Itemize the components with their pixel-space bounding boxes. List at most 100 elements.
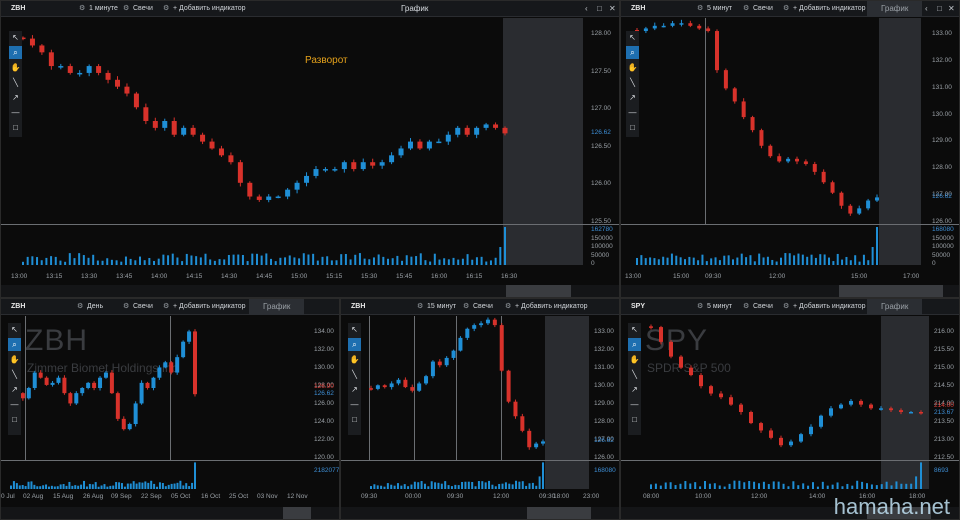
candle-body[interactable] bbox=[133, 403, 138, 424]
line-tool-icon[interactable]: ╲ bbox=[348, 368, 361, 381]
candle-body[interactable] bbox=[237, 162, 243, 183]
candle-body[interactable] bbox=[451, 350, 456, 358]
hand-tool-icon[interactable]: ✋ bbox=[628, 353, 641, 366]
candle-body[interactable] bbox=[821, 171, 826, 183]
cursor-tool-icon[interactable]: ↖ bbox=[348, 323, 361, 336]
candle-body[interactable] bbox=[455, 127, 461, 135]
candle-body[interactable] bbox=[228, 155, 234, 163]
line-tool-icon[interactable]: ╲ bbox=[626, 76, 639, 89]
line-tool-icon[interactable]: ╲ bbox=[628, 368, 641, 381]
symbol-selector[interactable]: ZBH bbox=[11, 299, 25, 315]
price-plot[interactable]: ZBH Zimmer Biomet Holdings Inc bbox=[1, 316, 309, 460]
candle-body[interactable] bbox=[417, 383, 422, 391]
gear-icon[interactable] bbox=[123, 1, 129, 17]
hand-tool-icon[interactable]: ✋ bbox=[348, 353, 361, 366]
interval-selector[interactable]: 1 минуте bbox=[89, 1, 118, 17]
candle-body[interactable] bbox=[679, 23, 684, 25]
candle-body[interactable] bbox=[769, 430, 773, 438]
candle-body[interactable] bbox=[541, 441, 545, 444]
rect-tool-icon[interactable]: □ bbox=[628, 413, 641, 426]
candle-body[interactable] bbox=[162, 121, 168, 128]
candle-body[interactable] bbox=[266, 196, 272, 200]
candle-body[interactable] bbox=[830, 182, 835, 193]
candle-body[interactable] bbox=[493, 124, 499, 128]
hline-tool-icon[interactable]: — bbox=[348, 398, 361, 411]
candle-body[interactable] bbox=[706, 28, 711, 32]
chevron-left-icon[interactable]: ‹ bbox=[585, 1, 588, 17]
candle-body[interactable] bbox=[68, 393, 73, 404]
symbol-selector[interactable]: ZBH bbox=[631, 1, 645, 17]
zoom-tool-icon[interactable]: ⌕ bbox=[348, 338, 361, 351]
candle-body[interactable] bbox=[759, 130, 764, 146]
candle-body[interactable] bbox=[181, 341, 186, 358]
candle-body[interactable] bbox=[679, 356, 683, 368]
candle-body[interactable] bbox=[732, 88, 737, 102]
navigator-scrollbar[interactable] bbox=[341, 507, 619, 519]
zoom-tool-icon[interactable]: ⌕ bbox=[8, 338, 21, 351]
gear-icon[interactable] bbox=[417, 299, 423, 315]
candle-body[interactable] bbox=[389, 383, 394, 388]
candle-body[interactable] bbox=[458, 337, 463, 351]
symbol-selector[interactable]: SPY bbox=[631, 299, 645, 315]
candle-body[interactable] bbox=[341, 162, 347, 170]
chart-type-selector[interactable]: Свечи bbox=[753, 1, 773, 17]
zoom-tool-icon[interactable]: ⌕ bbox=[9, 46, 22, 59]
gear-icon[interactable] bbox=[783, 1, 789, 17]
candle-body[interactable] bbox=[389, 155, 395, 163]
hand-tool-icon[interactable]: ✋ bbox=[8, 353, 21, 366]
candle-body[interactable] bbox=[492, 319, 497, 326]
candle-body[interactable] bbox=[875, 197, 879, 201]
candle-body[interactable] bbox=[417, 141, 423, 149]
candle-body[interactable] bbox=[48, 52, 54, 67]
candle-body[interactable] bbox=[98, 377, 103, 388]
candle-body[interactable] bbox=[789, 441, 793, 446]
candle-body[interactable] bbox=[175, 357, 180, 373]
price-plot[interactable] bbox=[621, 18, 921, 224]
candle-body[interactable] bbox=[795, 158, 799, 162]
candle-body[interactable] bbox=[669, 341, 673, 357]
candle-body[interactable] bbox=[127, 424, 132, 430]
hline-tool-icon[interactable]: — bbox=[8, 398, 21, 411]
hand-tool-icon[interactable]: ✋ bbox=[626, 61, 639, 74]
candle-body[interactable] bbox=[124, 86, 130, 94]
candle-body[interactable] bbox=[779, 437, 783, 446]
candle-body[interactable] bbox=[879, 408, 883, 410]
candle-body[interactable] bbox=[444, 357, 449, 366]
candle-body[interactable] bbox=[20, 393, 25, 399]
candle-body[interactable] bbox=[50, 382, 55, 385]
candle-body[interactable] bbox=[44, 377, 49, 385]
candle-body[interactable] bbox=[351, 162, 357, 170]
arrow-tool-icon[interactable]: ↗ bbox=[9, 91, 22, 104]
add-indicator-button[interactable]: + Добавить индикатор bbox=[793, 299, 866, 315]
candle-body[interactable] bbox=[649, 326, 653, 328]
navigator-thumb[interactable] bbox=[283, 507, 311, 519]
price-plot[interactable] bbox=[341, 316, 589, 460]
maximize-icon[interactable]: □ bbox=[937, 1, 942, 17]
interval-selector[interactable]: День bbox=[87, 299, 103, 315]
candle-body[interactable] bbox=[86, 382, 91, 388]
candle-body[interactable] bbox=[360, 162, 366, 170]
cursor-tool-icon[interactable]: ↖ bbox=[628, 323, 641, 336]
candle-body[interactable] bbox=[869, 404, 873, 409]
add-indicator-button[interactable]: + Добавить индикатор bbox=[173, 1, 246, 17]
candle-body[interactable] bbox=[369, 388, 373, 390]
gear-icon[interactable] bbox=[123, 299, 129, 315]
candle-body[interactable] bbox=[29, 38, 35, 46]
candle-body[interactable] bbox=[812, 164, 817, 172]
candle-body[interactable] bbox=[190, 127, 196, 135]
candle-body[interactable] bbox=[304, 175, 310, 183]
candle-body[interactable] bbox=[661, 25, 666, 28]
chevron-left-icon[interactable]: ‹ bbox=[925, 1, 928, 17]
candle-body[interactable] bbox=[534, 443, 539, 448]
add-indicator-button[interactable]: + Добавить индикатор bbox=[515, 299, 588, 315]
gear-icon[interactable] bbox=[505, 299, 511, 315]
candle-body[interactable] bbox=[247, 182, 253, 197]
candle-body[interactable] bbox=[77, 72, 83, 75]
candle-body[interactable] bbox=[396, 379, 401, 384]
candle-body[interactable] bbox=[472, 325, 477, 329]
candle-body[interactable] bbox=[133, 93, 139, 108]
cursor-tool-icon[interactable]: ↖ bbox=[9, 31, 22, 44]
candle-body[interactable] bbox=[506, 370, 511, 402]
candle-body[interactable] bbox=[218, 148, 224, 156]
candle-body[interactable] bbox=[403, 379, 408, 388]
